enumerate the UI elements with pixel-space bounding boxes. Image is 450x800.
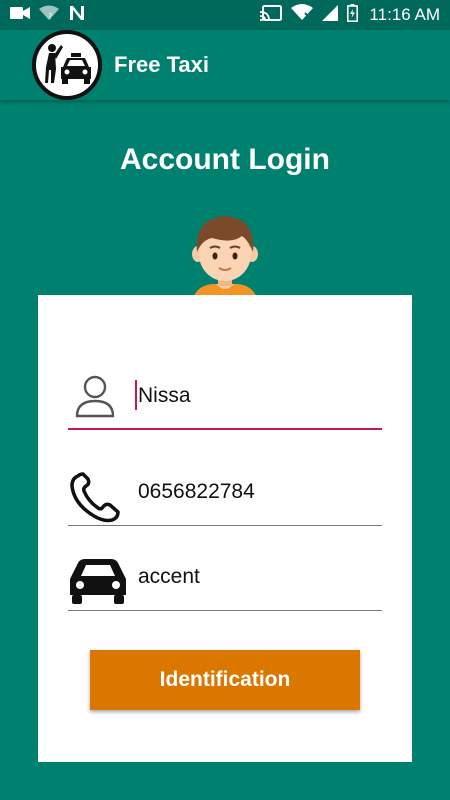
phone-input[interactable]: 0656822784 [138, 480, 255, 504]
car-field[interactable]: accent [68, 549, 382, 611]
name-field-underline [68, 428, 382, 430]
text-cursor [135, 380, 137, 410]
car-field-underline [68, 610, 382, 611]
login-card: Nissa 0656822784 accent Identification [38, 295, 412, 762]
wifi-icon [291, 4, 314, 26]
wifi-unknown-icon: ? [39, 5, 59, 26]
car-icon [68, 555, 128, 612]
phone-field-underline [68, 525, 382, 526]
n-notification-icon [68, 5, 86, 26]
app-title: Free Taxi [114, 52, 209, 77]
video-icon [10, 6, 30, 25]
page-title: Account Login [120, 143, 330, 176]
car-input[interactable]: accent [138, 565, 200, 589]
phone-icon [68, 470, 124, 529]
status-bar: ? 11:16 AM [0, 0, 450, 30]
phone-field[interactable]: 0656822784 [68, 464, 382, 526]
battery-icon [347, 3, 359, 27]
name-input[interactable]: Nissa [138, 384, 191, 408]
user-icon [68, 374, 122, 423]
signal-icon [322, 4, 339, 26]
identification-button[interactable]: Identification [90, 650, 360, 710]
clock: 11:16 AM [369, 5, 440, 24]
app-bar: Free Taxi [0, 30, 450, 100]
avatar [188, 210, 262, 304]
svg-text:?: ? [48, 12, 52, 21]
taxi-logo-icon [32, 30, 102, 100]
name-field[interactable]: Nissa [68, 368, 382, 430]
cast-icon [260, 4, 283, 26]
